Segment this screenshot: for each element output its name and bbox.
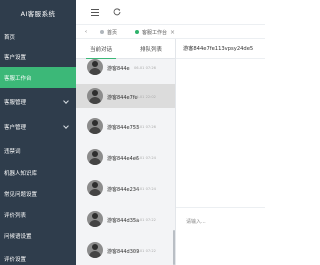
sidebar-item-agent-workspace[interactable]: 客服工作台 bbox=[0, 67, 76, 88]
avatar bbox=[87, 59, 103, 75]
sidebar-item-banned-words[interactable]: 违禁词 bbox=[0, 140, 76, 161]
conversation-time: 06-01 07:26 bbox=[134, 66, 156, 70]
conversation-panel: 当前对话 排队列表 游客844e 06-01 07:26 游客844e7fe 0… bbox=[76, 39, 176, 265]
chevron-down-icon bbox=[63, 123, 69, 129]
sidebar-item-label: 常见问题设置 bbox=[4, 191, 38, 198]
sidebar-item-home[interactable]: 首页 bbox=[0, 26, 76, 47]
sidebar-item-label: 问候语设置 bbox=[4, 233, 32, 240]
tab-dot-icon bbox=[100, 30, 104, 34]
sidebar-item-label: 客户管理 bbox=[4, 124, 27, 131]
conversation-scrollbar[interactable] bbox=[173, 230, 175, 265]
top-bar bbox=[76, 0, 265, 25]
message-input-placeholder: 请输入... bbox=[186, 219, 206, 225]
conversation-item[interactable]: 游客844e4e6 06-01 07:24 bbox=[76, 145, 175, 169]
app-title: AI客服系统 bbox=[20, 9, 56, 18]
sidebar-item-greeting-settings[interactable]: 问候语设置 bbox=[0, 225, 76, 246]
tab-agent-workspace[interactable]: 客服工作台 × bbox=[135, 27, 175, 37]
message-input[interactable]: 请输入... bbox=[176, 207, 265, 265]
sidebar-item-label: 机器人知识库 bbox=[4, 170, 38, 177]
tab-label: 首页 bbox=[107, 29, 118, 36]
avatar bbox=[87, 211, 103, 227]
sidebar-item-label: 客户设置 bbox=[4, 54, 27, 61]
avatar bbox=[87, 149, 103, 165]
chevron-down-icon bbox=[63, 98, 69, 104]
conversation-time: 06-01 07:22 bbox=[134, 249, 156, 253]
tab-home[interactable]: 首页 bbox=[100, 27, 117, 37]
sidebar-item-faq-settings[interactable]: 常见问题设置 bbox=[0, 183, 76, 204]
refresh-icon[interactable] bbox=[112, 7, 122, 17]
conversation-name: 游客844e bbox=[107, 66, 130, 72]
avatar bbox=[87, 118, 103, 134]
conversation-item[interactable]: 游客844d35a 06-01 07:22 bbox=[76, 207, 175, 231]
sidebar-item-label: 首页 bbox=[4, 34, 16, 41]
conversation-item[interactable]: 游客844e 06-01 07:26 bbox=[76, 55, 175, 79]
sidebar-item-label: 违禁词 bbox=[4, 148, 21, 155]
conversation-item[interactable]: 游客844e753 06-01 07:26 bbox=[76, 114, 175, 138]
sidebar-item-customer-management[interactable]: 客户管理 bbox=[0, 116, 76, 137]
tab-dot-icon bbox=[135, 30, 139, 34]
conversation-time: 06-01 07:26 bbox=[134, 125, 156, 129]
conversation-item[interactable]: 游客844d309 06-01 07:22 bbox=[76, 238, 175, 262]
sidebar-item-label: 评价列表 bbox=[4, 212, 27, 219]
chat-panel: 游客844e7fe113vpsy24de5 请输入... bbox=[176, 39, 265, 265]
app-root: AI客服系统 首页 客户设置 客服工作台 客服管理 客户管理 违禁词 机器人知识… bbox=[0, 0, 265, 265]
hamburger-icon[interactable] bbox=[90, 7, 100, 17]
avatar bbox=[87, 242, 103, 258]
sidebar-item-review-list[interactable]: 评价列表 bbox=[0, 204, 76, 225]
tab-strip: ‹ 首页 客服工作台 × bbox=[76, 25, 265, 39]
tab-scroll-left[interactable]: ‹ bbox=[85, 27, 87, 37]
chevron-left-icon: ‹ bbox=[85, 29, 87, 35]
chat-title: 游客844e7fe113vpsy24de5 bbox=[176, 39, 265, 59]
conversation-time: 06-01 07:22 bbox=[134, 218, 156, 222]
sidebar-item-label: 评价设置 bbox=[4, 256, 27, 263]
sidebar-item-label: 客服管理 bbox=[4, 99, 27, 106]
sidebar-item-agent-management[interactable]: 客服管理 bbox=[0, 91, 76, 112]
sidebar-item-label: 客服工作台 bbox=[4, 75, 32, 82]
avatar bbox=[87, 88, 103, 104]
conversation-item[interactable]: 游客844e234 06-01 07:24 bbox=[76, 176, 175, 200]
sidebar-item-customer-settings[interactable]: 客户设置 bbox=[0, 46, 76, 67]
close-icon[interactable]: × bbox=[170, 29, 175, 36]
conversation-time: 06-01 07:24 bbox=[134, 187, 156, 191]
sidebar-item-review-settings[interactable]: 评价设置 bbox=[0, 248, 76, 265]
sidebar: AI客服系统 首页 客户设置 客服工作台 客服管理 客户管理 违禁词 机器人知识… bbox=[0, 0, 76, 265]
conversation-time: 06-01 07:24 bbox=[134, 156, 156, 160]
sidebar-item-robot-knowledge[interactable]: 机器人知识库 bbox=[0, 162, 76, 183]
conversation-item[interactable]: 游客844e7fe 06-01 22:02 bbox=[76, 84, 175, 108]
tab-label: 客服工作台 bbox=[142, 29, 168, 36]
avatar bbox=[87, 180, 103, 196]
conversation-time: 06-01 22:02 bbox=[134, 95, 156, 99]
